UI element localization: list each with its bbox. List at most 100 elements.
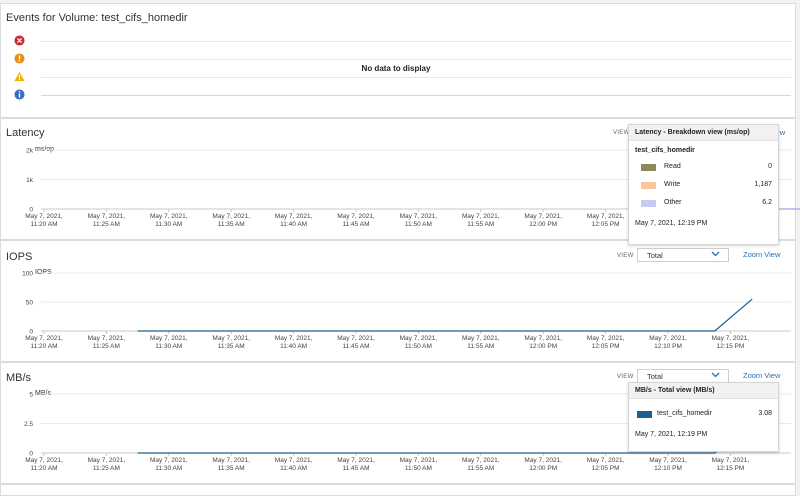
mbs-x-tick-label: 11:20 AM	[31, 465, 58, 472]
mbs-tooltip: MB/s - Total view (MB/s) test_cifs_homed…	[628, 382, 779, 452]
latency-x-tick-label: 11:20 AM	[31, 221, 58, 228]
iops-x-tick-label: 12:05 PM	[592, 343, 620, 350]
latency-x-tick-label: 11:45 AM	[343, 221, 370, 228]
latency-tooltip-object: test_cifs_homedir	[635, 147, 695, 154]
iops-x-tick-label: May 7, 2021,	[275, 335, 313, 342]
mbs-y-tick-label: 5	[29, 392, 33, 399]
latency-x-tick-label: May 7, 2021,	[524, 213, 562, 220]
mbs-x-tick-label: May 7, 2021,	[212, 457, 250, 464]
info-icon[interactable]	[14, 89, 25, 100]
latency-x-tick-label: 11:55 AM	[467, 221, 494, 228]
iops-x-tick-label: May 7, 2021,	[462, 335, 500, 342]
latency-tooltip-time: May 7, 2021, 12:19 PM	[635, 220, 708, 227]
latency-x-tick-label: May 7, 2021,	[88, 213, 126, 220]
mbs-x-tick-label: 11:50 AM	[405, 465, 432, 472]
iops-y-tick-label: 50	[26, 300, 34, 307]
legend-name: Other	[664, 199, 682, 206]
mbs-x-tick-label: 11:45 AM	[343, 465, 370, 472]
iops-x-tick-label: May 7, 2021,	[587, 335, 625, 342]
events-row-line	[41, 59, 791, 60]
iops-chart[interactable]: IOPS050100May 7, 2021,11:20 AMMay 7, 202…	[1, 241, 797, 363]
events-title: Events for Volume: test_cifs_homedir	[6, 12, 188, 24]
legend-name: test_cifs_homedir	[657, 410, 712, 417]
legend-swatch	[637, 411, 652, 418]
mbs-x-tick-label: May 7, 2021,	[275, 457, 313, 464]
latency-x-tick-label: May 7, 2021,	[400, 213, 438, 220]
mbs-tooltip-title: MB/s - Total view (MB/s)	[629, 383, 778, 399]
iops-x-tick-label: 11:25 AM	[93, 343, 120, 350]
latency-x-tick-label: 11:30 AM	[155, 221, 182, 228]
mbs-x-tick-label: May 7, 2021,	[587, 457, 625, 464]
mbs-tooltip-time: May 7, 2021, 12:19 PM	[635, 431, 708, 438]
latency-x-tick-label: May 7, 2021,	[587, 213, 625, 220]
bottom-panel-edge	[0, 484, 796, 496]
mbs-x-tick-label: 12:05 PM	[592, 465, 620, 472]
latency-x-tick-label: May 7, 2021,	[462, 213, 500, 220]
iops-x-tick-label: May 7, 2021,	[524, 335, 562, 342]
legend-swatch	[641, 164, 656, 171]
iops-x-tick-label: May 7, 2021,	[88, 335, 126, 342]
critical-icon[interactable]	[14, 35, 25, 46]
iops-x-tick-label: May 7, 2021,	[25, 335, 63, 342]
iops-x-tick-label: May 7, 2021,	[400, 335, 438, 342]
iops-x-tick-label: 11:50 AM	[405, 343, 432, 350]
legend-name: Write	[664, 181, 681, 188]
error-icon[interactable]	[14, 53, 25, 64]
legend-value: 3.08	[758, 410, 772, 417]
iops-x-tick-label: 11:20 AM	[31, 343, 58, 350]
mbs-x-tick-label: 11:55 AM	[467, 465, 494, 472]
mbs-x-tick-label: 11:25 AM	[93, 465, 120, 472]
latency-x-tick-label: May 7, 2021,	[150, 213, 188, 220]
latency-x-tick-label: May 7, 2021,	[25, 213, 63, 220]
iops-series-line-test_cifs_homedir[interactable]	[137, 298, 753, 332]
mbs-x-tick-label: 11:35 AM	[218, 465, 245, 472]
iops-y-tick-label: 100	[22, 271, 33, 278]
iops-x-tick-label: 11:45 AM	[343, 343, 370, 350]
events-panel: Events for Volume: test_cifs_homedir No …	[0, 3, 796, 118]
iops-x-tick-label: 11:40 AM	[280, 343, 307, 350]
iops-x-tick-label: 11:35 AM	[218, 343, 245, 350]
latency-x-tick-label: 11:40 AM	[280, 221, 307, 228]
mbs-y-tick-label: 2.5	[24, 421, 33, 428]
mbs-x-tick-label: May 7, 2021,	[337, 457, 375, 464]
latency-tooltip-title: Latency - Breakdown view (ms/op)	[629, 125, 778, 141]
no-data-message: No data to display	[361, 64, 431, 73]
mbs-x-tick-label: May 7, 2021,	[462, 457, 500, 464]
latency-x-tick-label: 12:05 PM	[592, 221, 620, 228]
mbs-x-tick-label: 11:30 AM	[155, 465, 182, 472]
latency-y-tick-label: 2k	[26, 148, 34, 155]
mbs-tooltip-row: test_cifs_homedir 3.08	[629, 407, 778, 425]
mbs-x-tick-label: 12:10 PM	[654, 465, 682, 472]
iops-x-tick-label: May 7, 2021,	[150, 335, 188, 342]
iops-x-tick-label: 12:10 PM	[654, 343, 682, 350]
latency-x-tick-label: May 7, 2021,	[275, 213, 313, 220]
mbs-x-tick-label: 12:00 PM	[529, 465, 557, 472]
legend-value: 0	[768, 163, 772, 170]
latency-tooltip-row: Other 6.2	[629, 196, 778, 214]
iops-x-tick-label: May 7, 2021,	[337, 335, 375, 342]
events-row-line	[41, 95, 791, 96]
latency-x-tick-label: 11:50 AM	[405, 221, 432, 228]
latency-tooltip-row: Write 1,187	[629, 178, 778, 196]
latency-y-tick-label: 1k	[26, 177, 34, 184]
mbs-x-tick-label: 12:15 PM	[716, 465, 744, 472]
mbs-x-tick-label: 11:40 AM	[280, 465, 307, 472]
mbs-x-tick-label: May 7, 2021,	[524, 457, 562, 464]
iops-x-tick-label: May 7, 2021,	[212, 335, 250, 342]
latency-tooltip: Latency - Breakdown view (ms/op) test_ci…	[628, 124, 779, 245]
iops-x-tick-label: May 7, 2021,	[712, 335, 750, 342]
mbs-x-tick-label: May 7, 2021,	[150, 457, 188, 464]
latency-tooltip-row: Read 0	[629, 160, 778, 178]
events-row-line	[41, 41, 791, 42]
mbs-x-tick-label: May 7, 2021,	[25, 457, 63, 464]
latency-x-tick-label: May 7, 2021,	[212, 213, 250, 220]
legend-value: 1,187	[754, 181, 772, 188]
iops-panel: IOPS VIEW Total Zoom View IOPS050100May …	[0, 240, 796, 362]
mbs-x-tick-label: May 7, 2021,	[649, 457, 687, 464]
latency-x-tick-label: 11:35 AM	[218, 221, 245, 228]
mbs-x-tick-label: May 7, 2021,	[88, 457, 126, 464]
mbs-x-tick-label: May 7, 2021,	[400, 457, 438, 464]
iops-x-tick-label: May 7, 2021,	[649, 335, 687, 342]
legend-swatch	[641, 200, 656, 207]
latency-x-tick-label: 11:25 AM	[93, 221, 120, 228]
